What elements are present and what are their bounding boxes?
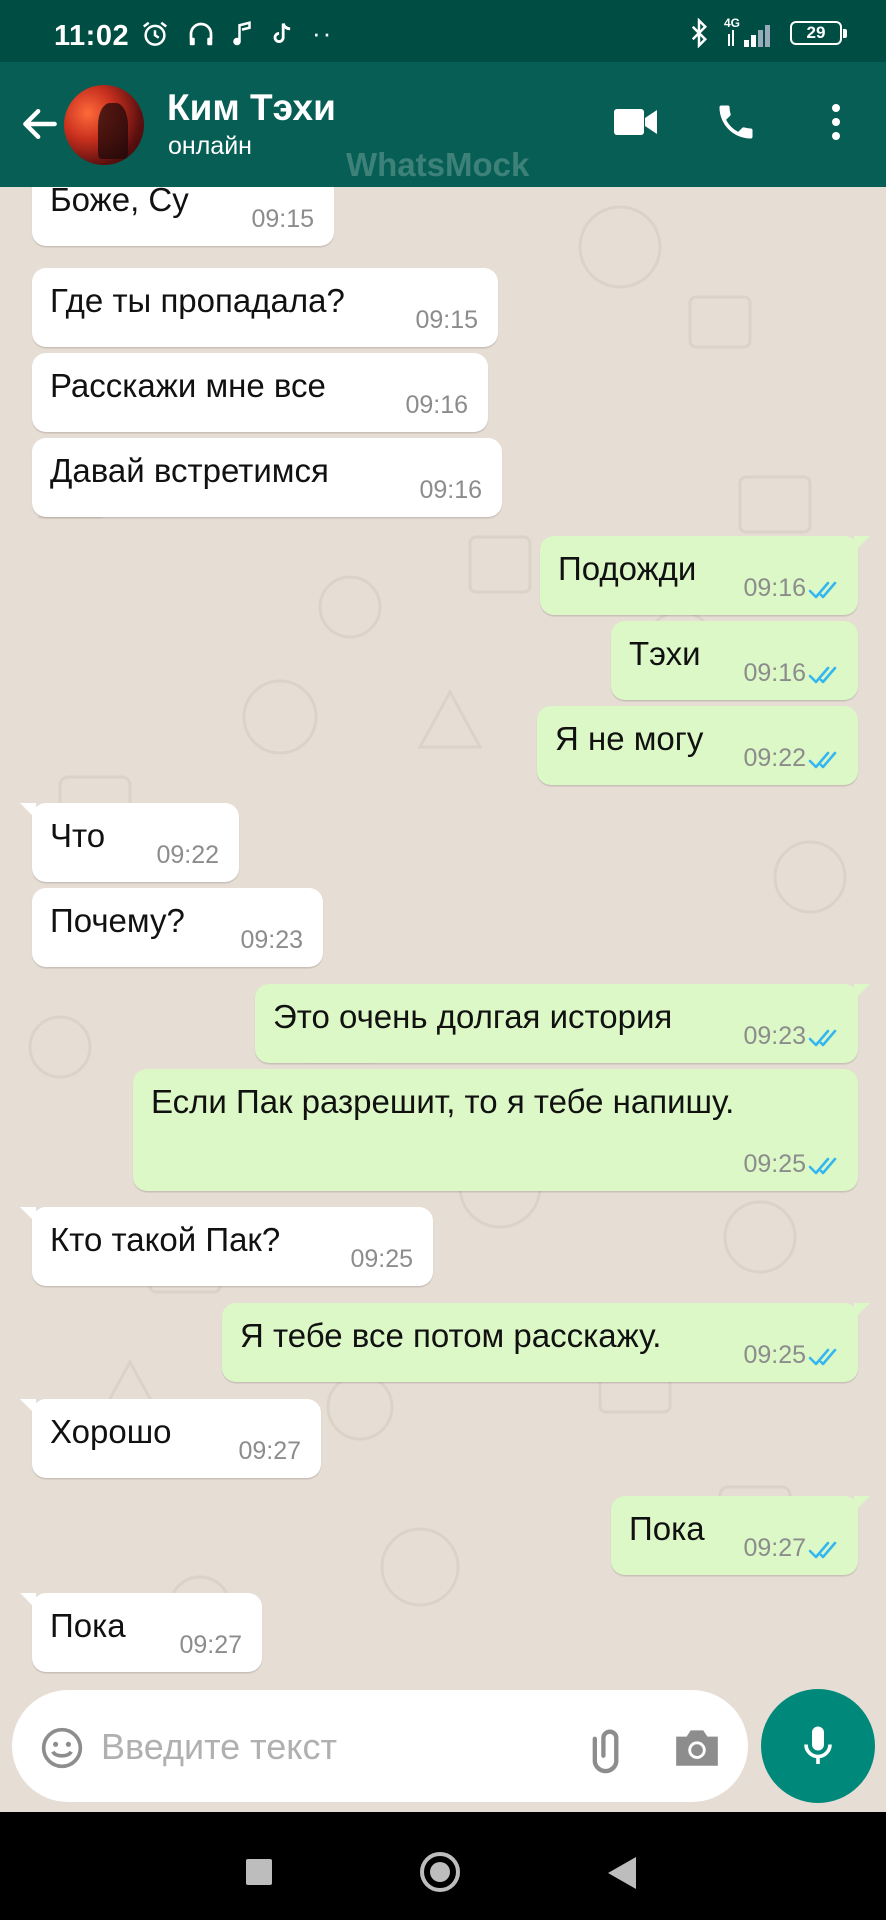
message-text: Что	[50, 817, 106, 854]
message-time: 09:15	[415, 306, 478, 334]
message-text: Расскажи мне все	[50, 367, 326, 404]
message-time: 09:25	[743, 1341, 806, 1369]
watermark: WhatsMock	[346, 146, 530, 183]
message-time: 09:15	[251, 205, 314, 233]
outgoing-message[interactable]: Тэхи 09:16	[611, 621, 858, 700]
status-notification-icons: ··	[140, 18, 333, 49]
message-time: 09:25	[350, 1245, 413, 1273]
outgoing-message[interactable]: Я тебе все потом расскажу. 09:25	[222, 1303, 870, 1382]
incoming-message[interactable]: Что 09:22	[20, 803, 239, 882]
avatar[interactable]	[64, 85, 144, 165]
battery-icon: 29	[790, 21, 847, 45]
message-time: 09:16	[743, 659, 806, 687]
message-input[interactable]: Введите текст	[101, 1726, 337, 1768]
more-menu-button[interactable]	[806, 92, 866, 152]
incoming-message[interactable]: Давай встретимся 09:16	[32, 438, 502, 517]
incoming-message[interactable]: Боже, Су 09:15	[32, 187, 334, 246]
message-text: Хорошо	[50, 1413, 172, 1450]
incoming-message[interactable]: Где ты пропадала? 09:15	[32, 268, 498, 347]
status-system-icons: 4G 29	[688, 16, 847, 48]
message-text: Давай встретимся	[50, 452, 329, 489]
emoji-icon[interactable]	[40, 1726, 84, 1770]
camera-icon[interactable]	[672, 1724, 722, 1770]
chat-header: Ким Тэхи онлайн WhatsMock	[0, 62, 886, 187]
message-text: Почему?	[50, 902, 185, 939]
double-check-icon	[808, 1029, 837, 1047]
home-button[interactable]	[420, 1852, 460, 1892]
incoming-message[interactable]: Кто такой Пак? 09:25	[20, 1207, 433, 1286]
message-input-bar[interactable]: Введите текст	[12, 1690, 748, 1802]
music-note-icon	[233, 20, 251, 45]
double-check-icon	[808, 666, 837, 684]
message-text: Подожди	[558, 550, 697, 587]
incoming-message[interactable]: Почему? 09:23	[32, 888, 323, 967]
incoming-message[interactable]: Хорошо 09:27	[20, 1399, 321, 1478]
alarm-icon	[143, 21, 167, 46]
recents-button[interactable]	[246, 1859, 272, 1885]
arrow-left-icon[interactable]	[18, 102, 62, 146]
outgoing-message[interactable]: Я не могу 09:22	[537, 706, 858, 785]
outgoing-message[interactable]: Подожди 09:16	[540, 536, 870, 615]
double-check-icon	[808, 751, 837, 769]
outgoing-message[interactable]: Если Пак разрешит, то я тебе напишу. 09:2…	[133, 1069, 858, 1191]
message-time: 09:27	[743, 1534, 806, 1562]
message-text: Боже, Су	[50, 187, 189, 218]
message-time: 09:23	[240, 926, 303, 954]
voice-call-button[interactable]	[706, 92, 766, 152]
message-text: Я тебе все потом расскажу.	[240, 1317, 662, 1354]
signal-icon: 4G	[724, 16, 776, 48]
message-text: Кто такой Пак?	[50, 1221, 281, 1258]
paperclip-icon[interactable]	[582, 1722, 634, 1774]
system-nav-bar	[0, 1812, 886, 1920]
message-time: 09:22	[743, 744, 806, 772]
mic-button[interactable]	[761, 1689, 875, 1803]
more-notifications-icon: ··	[312, 18, 334, 48]
message-text: Это очень долгая история	[273, 998, 673, 1035]
message-time: 09:16	[743, 574, 806, 602]
message-time: 09:16	[405, 391, 468, 419]
double-check-icon	[808, 1348, 837, 1366]
bluetooth-icon	[691, 18, 708, 48]
microphone-icon	[804, 1726, 832, 1764]
message-time: 09:16	[419, 476, 482, 504]
message-text: Пока	[50, 1607, 126, 1644]
tiktok-icon	[273, 22, 291, 43]
double-check-icon	[808, 581, 837, 599]
message-time: 09:27	[238, 1437, 301, 1465]
system-back-button[interactable]	[608, 1857, 636, 1889]
headphones-icon	[189, 22, 213, 45]
message-time: 09:23	[743, 1022, 806, 1050]
double-check-icon	[808, 1541, 837, 1559]
message-text: Где ты пропадала?	[50, 282, 345, 319]
message-text: Если Пак разрешит, то я тебе напишу.	[151, 1083, 735, 1120]
message-text: Тэхи	[629, 635, 701, 672]
incoming-message[interactable]: Пока 09:27	[20, 1593, 262, 1672]
video-call-icon	[614, 109, 657, 135]
status-time: 11:02	[54, 20, 130, 52]
message-time: 09:25	[743, 1150, 806, 1178]
outgoing-message[interactable]: Это очень долгая история 09:23	[255, 984, 870, 1063]
double-check-icon	[808, 1157, 837, 1175]
contact-status: онлайн	[168, 132, 252, 160]
status-bar: 11:02 ·· 4G 29	[0, 0, 886, 62]
message-text: Пока	[629, 1510, 705, 1547]
message-list[interactable]: Боже, Су 09:15 Где ты пропадала? 09:15 Расск…	[0, 187, 886, 1687]
contact-name[interactable]: Ким Тэхи	[167, 87, 336, 129]
message-time: 09:22	[156, 841, 219, 869]
incoming-message[interactable]: Расскажи мне все 09:16	[32, 353, 488, 432]
more-vert-icon	[832, 104, 840, 140]
outgoing-message[interactable]: Пока 09:27	[611, 1496, 870, 1575]
message-text: Я не могу	[555, 720, 704, 757]
video-call-button[interactable]	[606, 92, 666, 152]
phone-icon	[719, 105, 753, 139]
message-time: 09:27	[179, 1631, 242, 1659]
